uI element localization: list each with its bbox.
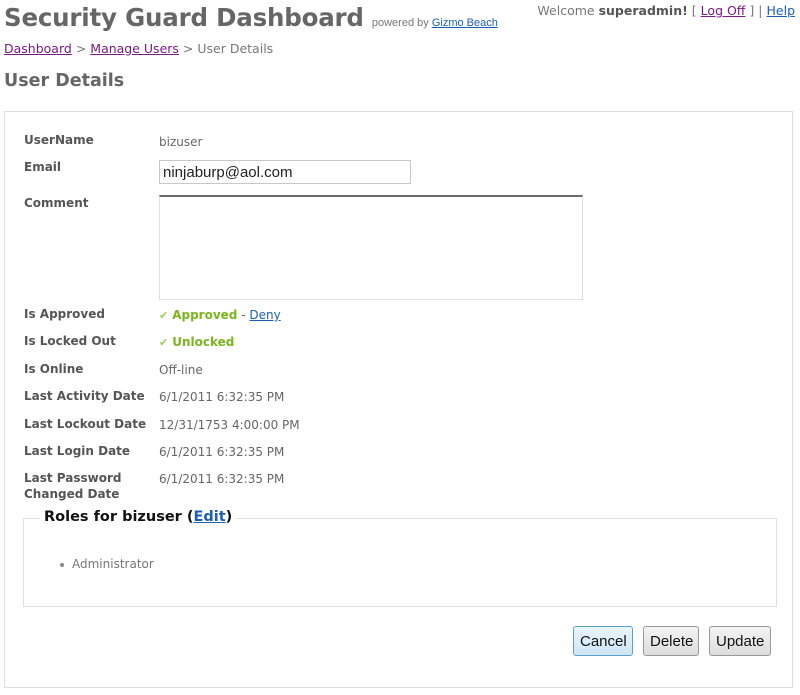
email-label: Email [24, 160, 62, 174]
breadcrumb-separator: > [75, 41, 87, 56]
log-off-link[interactable]: Log Off [701, 3, 746, 18]
comment-field[interactable] [159, 195, 583, 300]
last-login-label: Last Login Date [24, 444, 131, 458]
bracket-close: ] [749, 3, 755, 18]
roles-list: Administrator [60, 557, 154, 571]
help-link[interactable]: Help [767, 3, 796, 18]
comment-label: Comment [24, 196, 89, 210]
roles-fieldset: Roles for bizuser (Edit) Administrator [23, 509, 777, 607]
locked-value: Unlocked [172, 335, 235, 349]
breadcrumb-manage-users[interactable]: Manage Users [90, 41, 179, 56]
approved-value: Approved [172, 308, 238, 322]
role-name: Administrator [72, 557, 154, 571]
breadcrumb-current: User Details [197, 41, 274, 56]
username-value: bizuser [159, 135, 203, 149]
breadcrumb-separator: > [182, 41, 194, 56]
last-activity-label: Last Activity Date [24, 389, 145, 403]
gizmo-beach-link[interactable]: Gizmo Beach [432, 17, 498, 29]
update-button[interactable]: Update [709, 626, 771, 656]
deny-link[interactable]: Deny [249, 308, 280, 322]
current-username: superadmin! [598, 3, 688, 18]
last-password-label: Last Password Changed Date [24, 470, 149, 502]
welcome-text: Welcome [537, 3, 595, 18]
breadcrumb: Dashboard > Manage Users > User Details [4, 41, 273, 56]
roles-legend: Roles for bizuser (Edit) [40, 509, 237, 525]
online-label: Is Online [24, 362, 84, 376]
approved-status: ✔ Approved - Deny [159, 307, 281, 324]
breadcrumb-dashboard[interactable]: Dashboard [4, 41, 72, 56]
cancel-button[interactable]: Cancel [573, 626, 633, 656]
online-value: Off-line [159, 363, 203, 377]
delete-button[interactable]: Delete [643, 626, 699, 656]
edit-roles-link[interactable]: Edit [193, 509, 225, 525]
login-area: Welcome superadmin! [ Log Off ] | Help [537, 3, 795, 18]
roles-title: Roles for bizuser ( [44, 509, 194, 525]
locked-status: ✔ Unlocked [159, 334, 234, 351]
powered-by: powered by Gizmo Beach [372, 17, 498, 29]
last-lockout-value: 12/31/1753 4:00:00 PM [159, 418, 300, 432]
bullet-icon [60, 562, 64, 567]
last-password-label-line2: Changed Date [24, 487, 120, 501]
app-title: Security Guard Dashboard [4, 3, 364, 32]
roles-title-end: ) [225, 509, 233, 525]
last-password-label-line1: Last Password [24, 471, 122, 485]
powered-by-text: powered by [371, 17, 429, 29]
check-icon: ✔ [159, 309, 169, 322]
locked-label: Is Locked Out [24, 334, 116, 348]
header: Security Guard Dashboard powered by Gizm… [4, 0, 498, 36]
bracket-open: [ [691, 3, 697, 18]
page-title: User Details [4, 71, 125, 91]
check-icon: ✔ [159, 336, 169, 349]
list-item: Administrator [60, 557, 154, 571]
last-activity-value: 6/1/2011 6:32:35 PM [159, 390, 285, 404]
approved-label: Is Approved [24, 307, 105, 321]
last-password-value: 6/1/2011 6:32:35 PM [159, 472, 285, 486]
user-details-panel: UserName bizuser Email Comment Is Approv… [4, 111, 793, 688]
approved-dash: - [241, 308, 246, 322]
last-login-value: 6/1/2011 6:32:35 PM [159, 445, 285, 459]
last-lockout-label: Last Lockout Date [24, 417, 147, 431]
separator: | [758, 3, 763, 18]
email-field[interactable] [159, 160, 411, 184]
username-label: UserName [24, 133, 94, 147]
